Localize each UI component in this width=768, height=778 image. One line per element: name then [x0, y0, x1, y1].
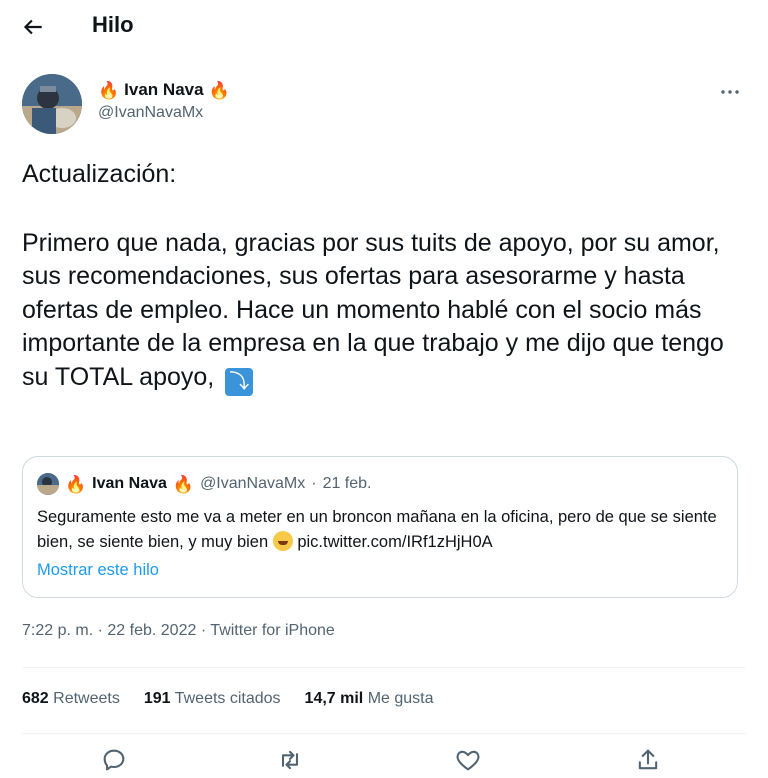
tweet-source[interactable]: Twitter for iPhone: [210, 622, 335, 639]
author-handle: @IvanNavaMx: [98, 104, 204, 121]
tweet-actions: [0, 746, 768, 776]
quoted-author-name: Ivan Nava: [92, 475, 167, 492]
quoted-avatar: [37, 473, 59, 495]
quote-tweets-stat[interactable]: 191 Tweets citados: [144, 690, 281, 708]
retweet-icon[interactable]: [276, 746, 304, 774]
quoted-tweet-header: 🔥 Ivan Nava 🔥 @IvanNavaMx · 21 feb.: [37, 473, 372, 495]
retweets-count: 682: [22, 690, 49, 707]
tweet-time[interactable]: 7:22 p. m.: [22, 622, 93, 639]
quote-tweets-count: 191: [143, 690, 171, 707]
quoted-date: 21 feb.: [322, 475, 372, 492]
likes-stat[interactable]: 14,7 mil Me gusta: [305, 690, 434, 708]
meta-separator: ·: [200, 622, 207, 639]
likes-count: 14,7 mil: [304, 690, 364, 707]
author-name: Ivan Nava: [124, 80, 204, 99]
fire-emoji-icon: 🔥: [172, 474, 195, 494]
arrow-down-right-emoji-icon: ⤵: [225, 367, 254, 396]
likes-label: Me gusta: [367, 690, 434, 707]
reply-icon[interactable]: [100, 746, 128, 774]
share-icon[interactable]: [634, 746, 662, 774]
meta-separator: ·: [97, 622, 103, 639]
retweets-stat[interactable]: 682 Retweets: [22, 690, 120, 708]
quoted-separator: ·: [311, 475, 317, 492]
quoted-author-handle: @IvanNavaMx: [200, 475, 306, 492]
avatar-image: [22, 74, 82, 134]
tweet-heading: Actualización:: [22, 160, 177, 188]
tweet-text: Actualización: Primero que nada, gracias…: [22, 158, 732, 396]
tweet-meta: 7:22 p. m. · 22 feb. 2022 · Twitter for …: [22, 622, 335, 640]
more-options-icon[interactable]: [718, 80, 742, 104]
retweets-label: Retweets: [53, 690, 120, 707]
tweet-body-paragraph: Primero que nada, gracias por sus tuits …: [22, 227, 732, 396]
quoted-tweet[interactable]: 🔥 Ivan Nava 🔥 @IvanNavaMx · 21 feb. Segu…: [22, 456, 738, 598]
tweet-date[interactable]: 22 feb. 2022: [107, 622, 196, 639]
fire-emoji-icon: 🔥: [65, 474, 87, 494]
header: Hilo: [0, 0, 768, 52]
quoted-tweet-text: Seguramente esto me va a meter en un bro…: [37, 505, 725, 555]
quoted-pic-link[interactable]: pic.twitter.com/IRf1zHjH0A: [297, 533, 492, 551]
tweet-body: Primero que nada, gracias por sus tuits …: [22, 228, 724, 391]
author-name-row[interactable]: 🔥 Ivan Nava 🔥: [98, 80, 230, 100]
page-title: Hilo: [92, 12, 134, 37]
avatar[interactable]: [22, 74, 82, 134]
divider: [22, 733, 746, 734]
fire-emoji-icon: 🔥: [98, 80, 120, 100]
laughing-emoji-icon: [272, 531, 293, 551]
tweet-stats: 682 Retweets 191 Tweets citados 14,7 mil…: [22, 690, 434, 708]
like-heart-icon[interactable]: [454, 746, 482, 774]
divider: [22, 667, 746, 668]
show-thread-link[interactable]: Mostrar este hilo: [37, 561, 159, 580]
back-arrow-icon[interactable]: [20, 14, 46, 40]
fire-emoji-icon: 🔥: [208, 80, 230, 100]
quote-tweets-label: Tweets citados: [174, 690, 281, 707]
author-block: 🔥 Ivan Nava 🔥 @IvanNavaMx: [98, 80, 230, 122]
